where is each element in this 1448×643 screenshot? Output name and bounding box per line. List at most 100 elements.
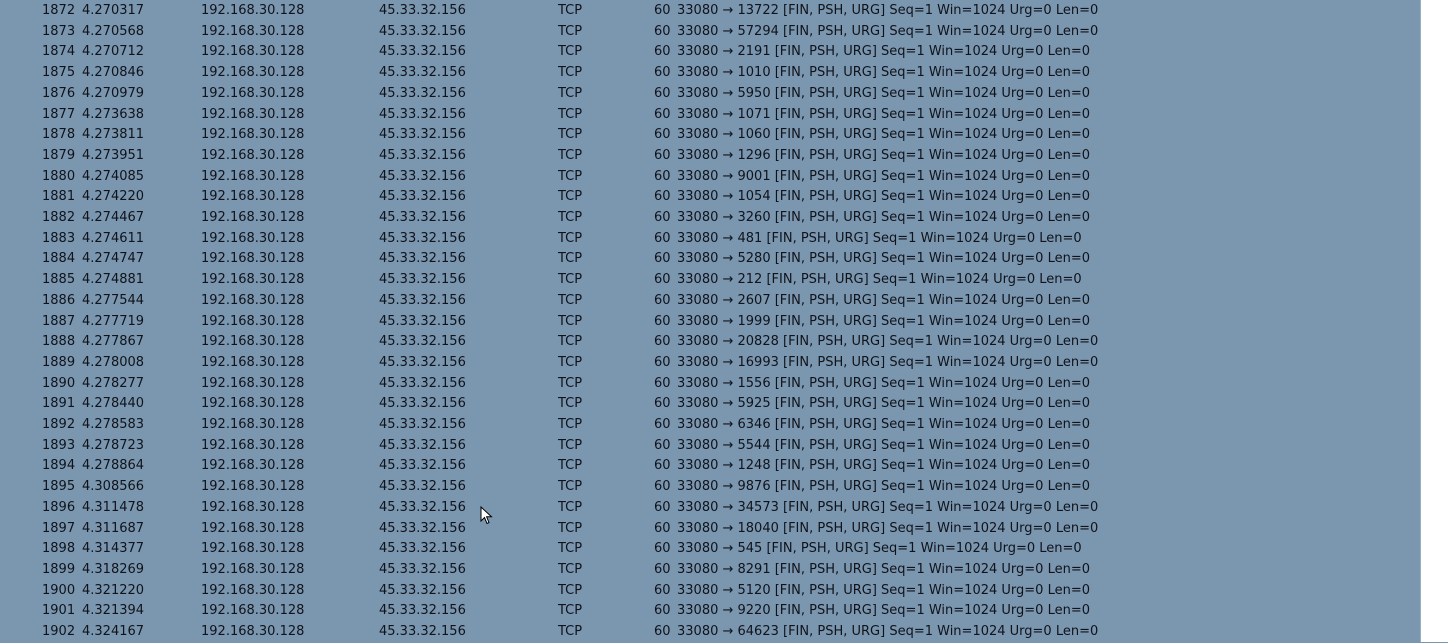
packet-source: 192.168.30.128 [201, 23, 305, 39]
packet-row[interactable]: 1890 4.278277 192.168.30.128 45.33.32.156 TC… [0, 374, 1420, 395]
packet-source: 192.168.30.128 [201, 334, 305, 350]
packet-length: 60 [654, 603, 671, 619]
packet-length: 60 [654, 85, 671, 101]
packet-row[interactable]: 1900 4.321220 192.168.30.128 45.33.32.156 TC… [0, 581, 1420, 602]
packet-protocol: TCP [558, 189, 583, 205]
packet-source: 192.168.30.128 [201, 541, 305, 557]
packet-row[interactable]: 1898 4.314377 192.168.30.128 45.33.32.156 TC… [0, 539, 1420, 560]
packet-source: 192.168.30.128 [201, 3, 305, 18]
packet-row[interactable]: 1876 4.270979 192.168.30.128 45.33.32.156 TC… [0, 84, 1420, 105]
packet-number: 1872 [42, 3, 76, 18]
packet-row[interactable]: 1878 4.273811 192.168.30.128 45.33.32.156 TC… [0, 125, 1420, 146]
packet-row[interactable]: 1895 4.308566 192.168.30.128 45.33.32.156 TC… [0, 477, 1420, 498]
packet-protocol: TCP [558, 479, 583, 495]
packet-length: 60 [654, 624, 671, 639]
packet-protocol: TCP [558, 292, 583, 308]
packet-time: 4.274611 [82, 230, 145, 246]
packet-row[interactable]: 1894 4.278864 192.168.30.128 45.33.32.156 TC… [0, 456, 1420, 477]
packet-length: 60 [654, 65, 671, 81]
packet-source: 192.168.30.128 [201, 44, 305, 60]
packet-info: 33080 → 16993 [FIN, PSH, URG] Seq=1 Win=… [677, 354, 1099, 370]
right-gutter [1421, 0, 1448, 642]
packet-row[interactable]: 1891 4.278440 192.168.30.128 45.33.32.156 TC… [0, 394, 1420, 415]
packet-destination: 45.33.32.156 [379, 272, 466, 288]
packet-time: 4.278008 [82, 354, 145, 370]
packet-row[interactable]: 1873 4.270568 192.168.30.128 45.33.32.156 TC… [0, 22, 1420, 43]
packet-destination: 45.33.32.156 [379, 437, 466, 453]
packet-info: 33080 → 1060 [FIN, PSH, URG] Seq=1 Win=1… [677, 127, 1090, 143]
packet-length: 60 [654, 561, 671, 577]
packet-length: 60 [654, 396, 671, 412]
packet-row[interactable]: 1899 4.318269 192.168.30.128 45.33.32.156 TC… [0, 560, 1420, 581]
packet-number: 1900 [42, 582, 76, 598]
packet-row[interactable]: 1875 4.270846 192.168.30.128 45.33.32.156 TC… [0, 63, 1420, 84]
packet-info: 33080 → 5120 [FIN, PSH, URG] Seq=1 Win=1… [677, 582, 1090, 598]
packet-time: 4.274881 [82, 272, 145, 288]
packet-row[interactable]: 1880 4.274085 192.168.30.128 45.33.32.156 TC… [0, 167, 1420, 188]
packet-row[interactable]: 1882 4.274467 192.168.30.128 45.33.32.156 TC… [0, 208, 1420, 229]
packet-protocol: TCP [558, 230, 583, 246]
packet-time: 4.270979 [82, 85, 145, 101]
packet-number: 1882 [42, 210, 76, 225]
packet-time: 4.321220 [82, 582, 145, 598]
packet-row[interactable]: 1886 4.277544 192.168.30.128 45.33.32.156 TC… [0, 291, 1420, 312]
packet-protocol: TCP [558, 603, 583, 619]
packet-info: 33080 → 5544 [FIN, PSH, URG] Seq=1 Win=1… [677, 437, 1090, 453]
packet-row[interactable]: 1897 4.311687 192.168.30.128 45.33.32.156 TC… [0, 519, 1420, 540]
packet-source: 192.168.30.128 [201, 603, 305, 619]
packet-row[interactable]: 1892 4.278583 192.168.30.128 45.33.32.156 TC… [0, 415, 1420, 436]
packet-row[interactable]: 1881 4.274220 192.168.30.128 45.33.32.156 TC… [0, 187, 1420, 208]
packet-info: 33080 → 2607 [FIN, PSH, URG] Seq=1 Win=1… [677, 292, 1090, 308]
packet-row[interactable]: 1893 4.278723 192.168.30.128 45.33.32.156 TC… [0, 436, 1420, 457]
packet-length: 60 [654, 354, 671, 370]
packet-row[interactable]: 1888 4.277867 192.168.30.128 45.33.32.156 TC… [0, 332, 1420, 353]
packet-protocol: TCP [558, 251, 583, 267]
packet-source: 192.168.30.128 [201, 230, 305, 246]
packet-info: 33080 → 9220 [FIN, PSH, URG] Seq=1 Win=1… [677, 603, 1090, 619]
packet-row[interactable]: 1874 4.270712 192.168.30.128 45.33.32.156 TC… [0, 42, 1420, 63]
packet-list[interactable]: 1872 4.270317 192.168.30.128 45.33.32.156 TC… [0, 0, 1421, 642]
packet-number: 1879 [42, 147, 76, 163]
packet-info: 33080 → 34573 [FIN, PSH, URG] Seq=1 Win=… [677, 499, 1099, 515]
packet-time: 4.277719 [82, 313, 145, 329]
packet-row[interactable]: 1877 4.273638 192.168.30.128 45.33.32.156 TC… [0, 105, 1420, 126]
packet-row[interactable]: 1879 4.273951 192.168.30.128 45.33.32.156 TC… [0, 146, 1420, 167]
packet-info: 33080 → 64623 [FIN, PSH, URG] Seq=1 Win=… [677, 624, 1099, 639]
packet-protocol: TCP [558, 65, 583, 81]
packet-info: 33080 → 5280 [FIN, PSH, URG] Seq=1 Win=1… [677, 251, 1090, 267]
packet-source: 192.168.30.128 [201, 292, 305, 308]
packet-source: 192.168.30.128 [201, 437, 305, 453]
packet-time: 4.278277 [82, 375, 145, 391]
packet-row[interactable]: 1901 4.321394 192.168.30.128 45.33.32.156 TC… [0, 601, 1420, 622]
packet-row[interactable]: 1887 4.277719 192.168.30.128 45.33.32.156 TC… [0, 312, 1420, 333]
packet-info: 33080 → 212 [FIN, PSH, URG] Seq=1 Win=10… [677, 272, 1082, 288]
packet-row[interactable]: 1884 4.274747 192.168.30.128 45.33.32.156 TC… [0, 249, 1420, 270]
packet-row[interactable]: 1872 4.270317 192.168.30.128 45.33.32.156 TC… [0, 1, 1420, 22]
packet-row[interactable]: 1902 4.324167 192.168.30.128 45.33.32.156 TC… [0, 622, 1420, 643]
packet-info: 33080 → 1248 [FIN, PSH, URG] Seq=1 Win=1… [677, 458, 1090, 474]
packet-number: 1888 [42, 334, 76, 350]
packet-protocol: TCP [558, 396, 583, 412]
packet-destination: 45.33.32.156 [379, 624, 466, 639]
packet-source: 192.168.30.128 [201, 65, 305, 81]
packet-protocol: TCP [558, 313, 583, 329]
packet-row[interactable]: 1885 4.274881 192.168.30.128 45.33.32.156 TC… [0, 270, 1420, 291]
packet-length: 60 [654, 168, 671, 184]
packet-length: 60 [654, 272, 671, 288]
packet-length: 60 [654, 479, 671, 495]
packet-info: 33080 → 1071 [FIN, PSH, URG] Seq=1 Win=1… [677, 106, 1090, 122]
packet-number: 1886 [42, 292, 76, 308]
packet-time: 4.324167 [82, 624, 145, 639]
packet-row[interactable]: 1889 4.278008 192.168.30.128 45.33.32.156 TC… [0, 353, 1420, 374]
packet-source: 192.168.30.128 [201, 313, 305, 329]
packet-protocol: TCP [558, 375, 583, 391]
packet-destination: 45.33.32.156 [379, 458, 466, 474]
packet-protocol: TCP [558, 499, 583, 515]
packet-row[interactable]: 1896 4.311478 192.168.30.128 45.33.32.156 TC… [0, 498, 1420, 519]
packet-info: 33080 → 9001 [FIN, PSH, URG] Seq=1 Win=1… [677, 168, 1090, 184]
packet-number: 1898 [42, 541, 76, 557]
packet-destination: 45.33.32.156 [379, 292, 466, 308]
packet-row[interactable]: 1883 4.274611 192.168.30.128 45.33.32.156 TC… [0, 229, 1420, 250]
packet-length: 60 [654, 44, 671, 60]
packet-destination: 45.33.32.156 [379, 417, 466, 432]
